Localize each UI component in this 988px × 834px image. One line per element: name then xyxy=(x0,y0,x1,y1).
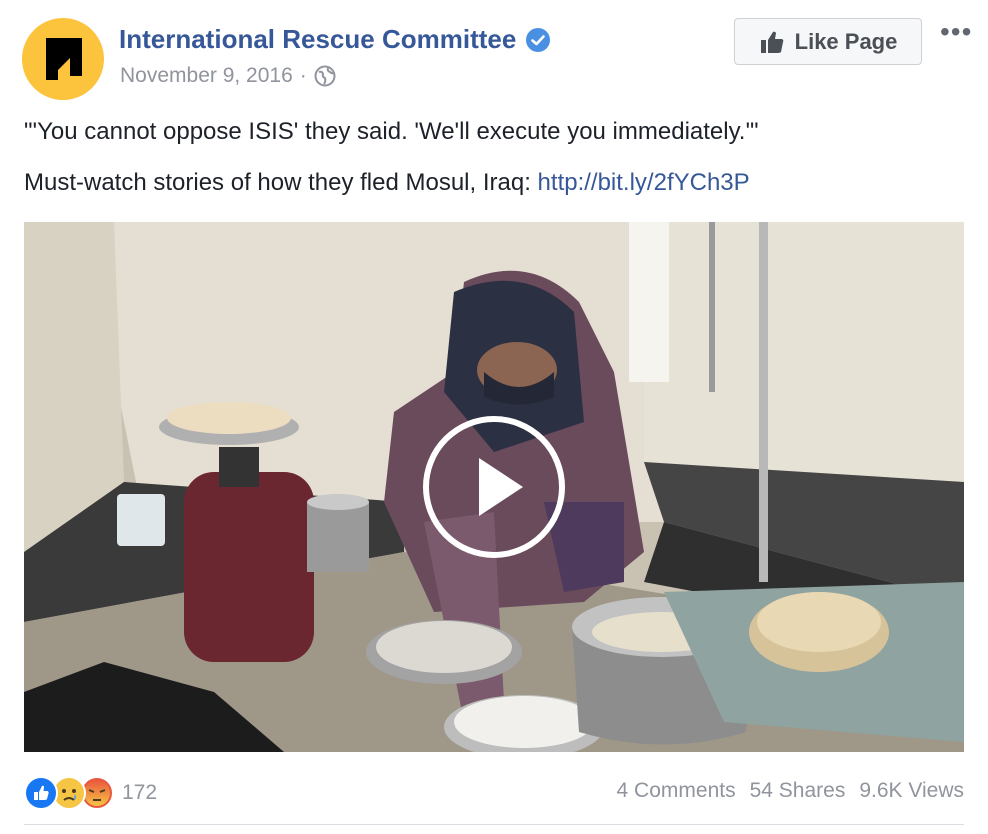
reactions-summary[interactable]: 172 xyxy=(24,776,157,810)
irc-logo-icon xyxy=(46,38,82,80)
globe-icon[interactable] xyxy=(314,65,336,87)
like-icon xyxy=(24,776,58,810)
post-text-line-2: Must-watch stories of how they fled Mosu… xyxy=(24,169,750,197)
page-name-link[interactable]: International Rescue Committee xyxy=(119,24,551,55)
like-page-button[interactable]: Like Page xyxy=(734,18,922,65)
comments-count[interactable]: 4 Comments xyxy=(617,779,736,803)
post-link[interactable]: http://bit.ly/2fYCh3P xyxy=(538,169,750,196)
video-player[interactable] xyxy=(24,222,964,752)
views-count: 9.6K Views xyxy=(859,779,964,802)
meta-separator: · xyxy=(299,64,307,87)
divider xyxy=(24,824,964,825)
page-avatar[interactable] xyxy=(22,18,104,100)
post-meta: November 9, 2016 · xyxy=(120,64,336,88)
reaction-count[interactable]: 172 xyxy=(122,781,157,805)
verified-badge-icon xyxy=(526,27,551,52)
thumbs-up-icon xyxy=(760,31,783,53)
page-name[interactable]: International Rescue Committee xyxy=(119,24,516,55)
post-date[interactable]: November 9, 2016 xyxy=(120,64,293,88)
shares-count[interactable]: 54 Shares xyxy=(750,779,846,803)
post-stats: 4 Comments 54 Shares 9.6K Views xyxy=(617,779,964,803)
post-text-line-1: "'You cannot oppose ISIS' they said. 'We… xyxy=(24,118,759,145)
play-button[interactable] xyxy=(423,416,565,558)
play-icon xyxy=(479,458,523,516)
like-page-label: Like Page xyxy=(794,28,898,54)
post-text-line-2-content: Must-watch stories of how they fled Mosu… xyxy=(24,169,531,196)
more-options-button[interactable]: ••• xyxy=(940,18,972,46)
